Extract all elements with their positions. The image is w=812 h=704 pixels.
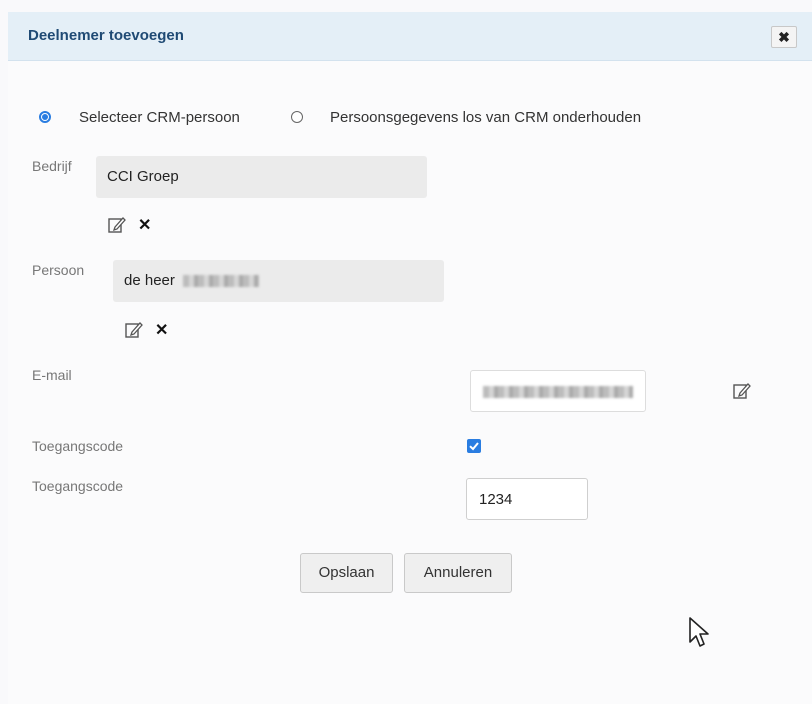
mouse-pointer-icon (689, 617, 709, 647)
email-label: E-mail (32, 367, 72, 383)
dialog-title: Deelnemer toevoegen (28, 27, 184, 44)
redacted-person-name (183, 275, 260, 288)
person-salutation: de heer (124, 272, 175, 289)
radio-person-data-outside-crm[interactable] (291, 111, 303, 123)
dialog-titlebar: Deelnemer toevoegen ✖ (8, 12, 812, 61)
remove-company-icon[interactable]: ✕ (138, 215, 151, 235)
company-label: Bedrijf (32, 158, 72, 174)
access-code-label: Toegangscode (32, 478, 124, 494)
radio-label-person-data-outside-crm[interactable]: Persoonsgegevens los van CRM onderhouden (330, 109, 641, 126)
add-participant-dialog: Deelnemer toevoegen ✖ Selecteer CRM-pers… (8, 12, 812, 704)
email-field[interactable] (470, 370, 646, 412)
radio-select-crm-person[interactable] (39, 111, 51, 123)
edit-company-icon[interactable] (107, 215, 127, 235)
company-field[interactable]: CCI Groep (96, 156, 427, 198)
save-button[interactable]: Opslaan (300, 553, 393, 593)
person-label: Persoon (32, 262, 85, 278)
person-field[interactable]: de heer (113, 260, 444, 302)
company-value: CCI Groep (107, 168, 179, 185)
access-code-checkbox[interactable] (467, 439, 481, 453)
cancel-button[interactable]: Annuleren (404, 553, 512, 593)
edit-person-icon[interactable] (124, 320, 144, 340)
redacted-email-value (483, 386, 633, 398)
checkmark-icon (469, 442, 479, 451)
edit-email-icon[interactable] (732, 381, 752, 401)
close-button[interactable]: ✖ (771, 26, 797, 48)
access-code-toggle-label: Toegangscode (32, 438, 124, 454)
radio-label-select-crm-person[interactable]: Selecteer CRM-persoon (79, 109, 240, 126)
remove-person-icon[interactable]: ✕ (155, 320, 168, 340)
access-code-input[interactable]: 1234 (466, 478, 588, 520)
